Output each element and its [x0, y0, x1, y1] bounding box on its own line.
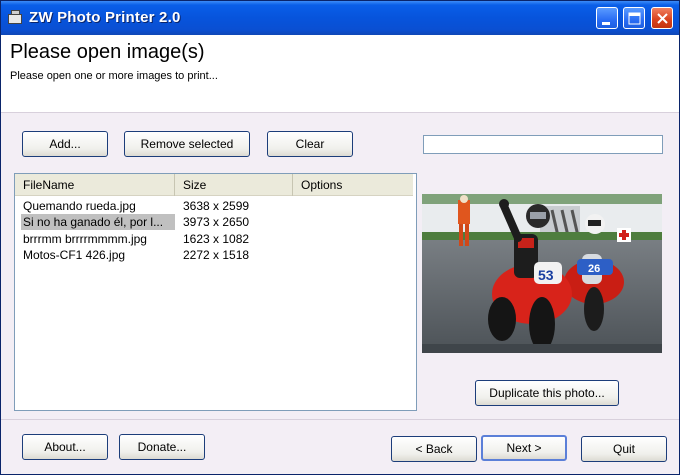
- app-window: ZW Photo Printer 2.0 Please open image(s…: [0, 0, 680, 475]
- minimize-icon: [602, 22, 610, 25]
- bike-number-53: 53: [538, 267, 554, 283]
- close-button[interactable]: [651, 7, 673, 29]
- duplicate-photo-button[interactable]: Duplicate this photo...: [475, 380, 619, 406]
- file-size: 2272 x 1518: [183, 248, 250, 262]
- file-size: 1623 x 1082: [183, 232, 250, 246]
- file-name: Quemando rueda.jpg: [23, 199, 136, 213]
- printer-icon: [7, 9, 25, 25]
- add-button[interactable]: Add...: [22, 131, 108, 157]
- quit-button[interactable]: Quit: [581, 436, 667, 462]
- file-name: brrrmm brrrrmmmm.jpg: [23, 232, 147, 246]
- image-list[interactable]: FileName Size Options Quemando rueda.jpg…: [14, 173, 417, 411]
- column-header-options[interactable]: Options: [293, 174, 413, 196]
- list-item-selected[interactable]: Si no ha ganado él, por l... 3973 x 2650: [15, 214, 413, 230]
- title-bar[interactable]: ZW Photo Printer 2.0: [1, 1, 679, 35]
- back-button[interactable]: < Back: [391, 436, 477, 462]
- list-item[interactable]: Quemando rueda.jpg 3638 x 2599: [15, 198, 413, 214]
- close-icon: [657, 13, 668, 24]
- list-header: FileName Size Options: [15, 174, 413, 196]
- file-size: 3638 x 2599: [183, 199, 250, 213]
- photo-preview: 26 53: [422, 194, 662, 353]
- column-header-filename[interactable]: FileName: [15, 174, 175, 196]
- donate-button[interactable]: Donate...: [119, 434, 205, 460]
- maximize-icon: [628, 12, 641, 25]
- next-button[interactable]: Next >: [481, 435, 567, 461]
- clear-button[interactable]: Clear: [267, 131, 353, 157]
- column-header-size[interactable]: Size: [175, 174, 293, 196]
- minimize-button[interactable]: [596, 7, 618, 29]
- file-name: Si no ha ganado él, por l...: [21, 214, 175, 230]
- page-subtitle: Please open one or more images to print.…: [10, 70, 218, 82]
- bike-number-26: 26: [588, 263, 600, 275]
- list-item[interactable]: brrrmm brrrrmmmm.jpg 1623 x 1082: [15, 231, 413, 247]
- progress-bar: [423, 135, 663, 154]
- page-title: Please open image(s): [10, 41, 205, 63]
- about-button[interactable]: About...: [22, 434, 108, 460]
- list-item[interactable]: Motos-CF1 426.jpg 2272 x 1518: [15, 247, 413, 263]
- footer-separator: [1, 419, 679, 420]
- file-name: Motos-CF1 426.jpg: [23, 248, 126, 262]
- maximize-button[interactable]: [623, 7, 645, 29]
- window-title: ZW Photo Printer 2.0: [29, 9, 181, 26]
- wizard-header: Please open image(s) Please open one or …: [1, 35, 679, 113]
- remove-selected-button[interactable]: Remove selected: [124, 131, 250, 157]
- file-size: 3973 x 2650: [183, 215, 250, 229]
